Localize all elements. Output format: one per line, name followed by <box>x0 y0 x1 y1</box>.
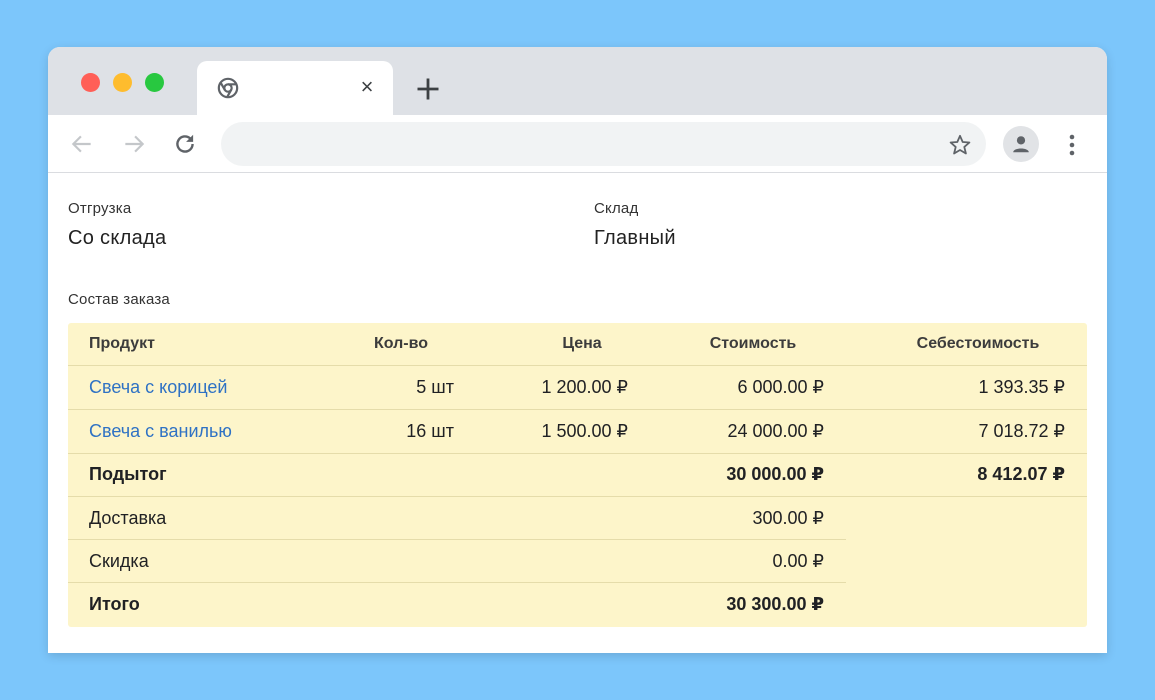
active-tab[interactable]: × <box>197 61 393 115</box>
column-header-prime-cost: Себестоимость <box>916 335 1040 352</box>
kebab-menu-icon[interactable] <box>1060 130 1084 160</box>
column-header-product: Продукт <box>89 335 155 352</box>
order-table: Продукт Кол-во Цена Стоимость Себестоимо… <box>68 323 1087 627</box>
order-section-title: Состав заказа <box>68 291 170 308</box>
profile-button[interactable] <box>1003 126 1039 162</box>
star-icon[interactable] <box>948 133 972 157</box>
tab-strip: × <box>48 47 1107 115</box>
column-header-price: Цена <box>562 335 602 352</box>
price-value: 1 200.00 ₽ <box>541 377 628 397</box>
shipment-label: Отгрузка <box>68 200 132 217</box>
address-bar[interactable] <box>221 122 986 166</box>
maximize-window-button[interactable] <box>145 73 164 92</box>
qty-value: 5 шт <box>416 377 454 397</box>
warehouse-field: Склад Главный <box>594 200 676 250</box>
prime-cost-value: 7 018.72 ₽ <box>978 421 1065 441</box>
person-icon <box>1013 136 1029 153</box>
reload-icon[interactable] <box>172 131 198 157</box>
chrome-icon <box>217 77 239 99</box>
shipment-field: Отгрузка Со склада <box>68 200 166 250</box>
qty-value: 16 шт <box>406 421 454 441</box>
minimize-window-button[interactable] <box>113 73 132 92</box>
prime-cost-value: 1 393.35 ₽ <box>978 377 1065 397</box>
discount-value: 0.00 ₽ <box>772 551 825 571</box>
product-link[interactable]: Свеча с ванилью <box>89 410 232 453</box>
close-window-button[interactable] <box>81 73 100 92</box>
browser-toolbar <box>48 115 1107 173</box>
subtotal-cost: 30 000.00 ₽ <box>726 464 824 484</box>
browser-window: × Отгрузка Со склада Склад Главный Соста… <box>48 47 1107 653</box>
page-content: Отгрузка Со склада Склад Главный Состав … <box>48 174 1107 653</box>
discount-label: Скидка <box>89 551 149 571</box>
divider <box>68 496 1087 497</box>
warehouse-label: Склад <box>594 200 639 217</box>
total-value: 30 300.00 ₽ <box>726 594 824 614</box>
tab-close-button[interactable]: × <box>355 75 379 99</box>
arrow-right-icon[interactable] <box>121 131 147 157</box>
plus-icon[interactable] <box>414 75 442 103</box>
column-header-qty: Кол-во <box>373 335 429 352</box>
arrow-left-icon[interactable] <box>69 131 95 157</box>
cost-value: 24 000.00 ₽ <box>727 421 824 441</box>
price-value: 1 500.00 ₽ <box>541 421 628 441</box>
product-link[interactable]: Свеча с корицей <box>89 366 228 409</box>
subtotal-label: Подытог <box>89 464 167 484</box>
subtotal-prime-cost: 8 412.07 ₽ <box>977 464 1065 484</box>
delivery-value: 300.00 ₽ <box>752 508 824 528</box>
shipment-value: Со склада <box>68 227 167 249</box>
cost-value: 6 000.00 ₽ <box>737 377 824 397</box>
total-label: Итого <box>89 594 140 614</box>
delivery-label: Доставка <box>89 508 167 528</box>
column-header-cost: Стоимость <box>709 335 797 352</box>
warehouse-value: Главный <box>594 227 676 249</box>
